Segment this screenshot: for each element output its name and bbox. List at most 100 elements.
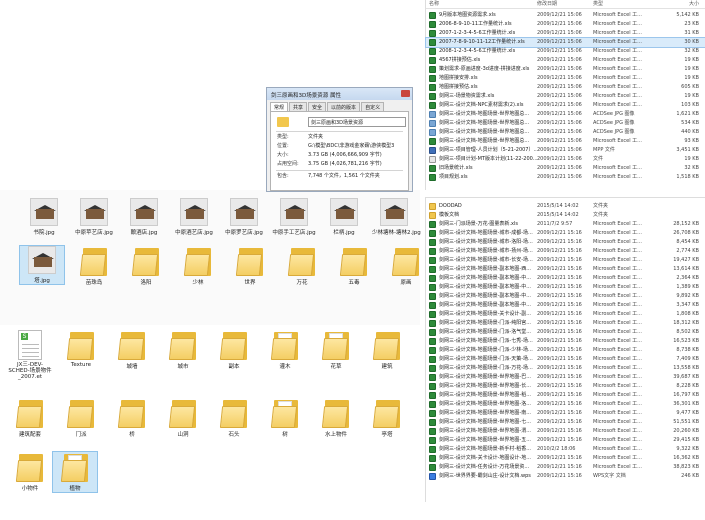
- list-item[interactable]: 模板文档 2015/5/14 14:02 文件夹: [426, 211, 705, 220]
- col-size-header[interactable]: 大小: [657, 0, 699, 8]
- folder-tile[interactable]: 树: [263, 398, 307, 438]
- col-date-header[interactable]: 修改日期: [537, 0, 593, 8]
- list-item[interactable]: 剑网三-设计文档-地图场景-世界地图-五... 2009/12/21 15:16 M…: [426, 436, 705, 445]
- list-item[interactable]: 剑网三-设计文档-地图场景-世界地图-长... 2009/12/21 15:16 M…: [426, 382, 705, 391]
- list-item[interactable]: 剑网三-设计文档-地图场景-世界地图-南... 2009/12/21 15:16 M…: [426, 409, 705, 418]
- folder-tile[interactable]: 洛阳: [124, 246, 168, 286]
- list-item[interactable]: 剑网三-设计文档-地图场景-副本地图-中... 2009/12/21 15:16 M…: [426, 301, 705, 310]
- list-item[interactable]: 2007-7-8-9-10-11-12工作量统计.xls 2009/12/21 1…: [425, 37, 705, 48]
- list-item[interactable]: 剑网三-设计文档-地图场景-城市-洛阳-场... 2009/12/21 15:16…: [426, 238, 705, 247]
- folder-tile[interactable]: 苗珠岛: [72, 246, 116, 286]
- list-item[interactable]: 剑网三-设计文档-地图场景-世界地图-稻... 2009/12/21 15:16 M…: [426, 391, 705, 400]
- list-item[interactable]: 剑网三-设计文档-NPC素材需求(2).xls 2009/12/21 15:06 M…: [426, 101, 705, 110]
- list-item[interactable]: 4567拼接预估.xls 2009/12/21 15:06 Microsoft Ex…: [426, 56, 705, 65]
- image-tile[interactable]: 中原酒艺店.jpg: [172, 198, 216, 236]
- list-item[interactable]: 剑网三-项目管理-人员计划（5-21-2007）... 2009/12/21 15…: [426, 146, 705, 155]
- col-name-header[interactable]: 名称: [426, 0, 537, 8]
- list-item[interactable]: 2006-8-9-10-11工作量统计.xls 2009/12/21 15:06 M…: [426, 20, 705, 29]
- folder-tile[interactable]: 花草: [314, 330, 358, 370]
- folder-tile[interactable]: 桥: [110, 398, 154, 438]
- folder-tile[interactable]: 灌木: [263, 330, 307, 370]
- folder-tile[interactable]: 城市: [161, 330, 205, 370]
- list-item[interactable]: 剑网三-设计文档-地图场景-关卡设计-副... 2009/12/21 15:16 M…: [426, 310, 705, 319]
- image-tile[interactable]: 栏柄.jpg: [322, 198, 366, 236]
- image-tile[interactable]: 中原苹艺店.jpg: [72, 198, 116, 236]
- list-item[interactable]: 剑网三-设计文档-地图场景-门派-七秀-场... 2009/12/21 15:16…: [426, 337, 705, 346]
- folder-tile[interactable]: 万花: [280, 246, 324, 286]
- list-item[interactable]: 剑网三-设计文档-地图场景-门派-纯阳宫... 2009/12/21 15:16 M…: [426, 319, 705, 328]
- image-tile[interactable]: 中原手工艺店.jpg: [272, 198, 316, 236]
- list-item[interactable]: 剑网三-项目计划-MT版本计划(11-22-200... 2009/12/21 1…: [426, 155, 705, 164]
- folder-tile[interactable]: 山洞: [161, 398, 205, 438]
- list-item[interactable]: 地图拼接安排.xls 2009/12/21 15:06 Microsoft Exce…: [426, 74, 705, 83]
- folder-tile[interactable]: 石头: [212, 398, 256, 438]
- list-item[interactable]: 剑网三-设计文档-地图场景-城市-扬州-场... 2009/12/21 15:16…: [426, 247, 705, 256]
- list-item[interactable]: 旧场景统计.xls 2009/12/21 15:06 Microsoft Excel…: [426, 164, 705, 173]
- list-item[interactable]: 剑网三-世界界要-霸剑山庄-设计文档.wps 2009/12/21 15:16 WP…: [426, 472, 705, 481]
- folder-tile[interactable]: 小物件: [8, 452, 52, 492]
- list-item[interactable]: 剑网三-设计文档-任务设计-万花场景资... 2009/12/21 15:16 Mi…: [426, 463, 705, 472]
- list-item[interactable]: 2007-1-2-3-4-5-6工作量统计.xls 2009/12/21 15:0…: [426, 29, 705, 38]
- folder-tile[interactable]: 亭塔: [365, 398, 409, 438]
- list-item[interactable]: DOODAD 2015/5/14 14:02 文件夹: [426, 202, 705, 211]
- list-item[interactable]: 剑网三-设计文档-地图场景-世界地图总... 2009/12/21 15:06 Mi…: [426, 137, 705, 146]
- list-item[interactable]: 剑网三-设计文档-地图场景-门派-万花-场... 2009/12/21 15:16…: [426, 364, 705, 373]
- list-item[interactable]: 剑网三-设计文档-地图场景-副本地图-西... 2009/12/21 15:16 M…: [426, 265, 705, 274]
- tab-general[interactable]: 常规: [270, 102, 289, 111]
- list-item[interactable]: 剑网三-设计文档-地图场景-城市-成都-场... 2009/12/21 15:16…: [426, 229, 705, 238]
- folder-tile[interactable]: 五毒: [332, 246, 376, 286]
- tab-sharing[interactable]: 共享: [289, 102, 308, 111]
- file-date: 2009/12/21 15:16: [537, 365, 582, 371]
- file-type: ACDSee JPG 图像: [593, 129, 635, 135]
- close-icon[interactable]: [401, 90, 410, 97]
- tab-customize[interactable]: 自定义: [361, 102, 385, 111]
- list-item[interactable]: 剑网三-设计文档-地图场景-世界地图-巴... 2009/12/21 15:16 M…: [426, 373, 705, 382]
- image-tile[interactable]: 酿酒店.jpg: [122, 198, 166, 236]
- folder-tile[interactable]: 少林: [176, 246, 220, 286]
- list-item[interactable]: 剑网三-设计文档-地图场景-门派-天策-场... 2009/12/21 15:16…: [426, 355, 705, 364]
- list-item[interactable]: 剑网三-门派场景-万花-图量表新.xls 2011/7/2 9:57 Microso…: [426, 220, 705, 229]
- folder-tile[interactable]: 城墙: [110, 330, 154, 370]
- list-item[interactable]: 策划需求-原画进度-3d进度-拼接进度.xls 2009/12/21 15:06 M…: [426, 65, 705, 74]
- list-item[interactable]: 剑网三-设计文档-地图场景-门派-少林-场... 2009/12/21 15:16…: [426, 346, 705, 355]
- spreadsheet-tile[interactable]: S JX三-DEV-SCHED-场景物件_2007.et: [8, 330, 52, 380]
- bottom-file-rows: DOODAD 2015/5/14 14:02 文件夹 模板文档 2015/5/14 14…: [426, 198, 705, 481]
- list-item[interactable]: 剑网三-场景物资需求.xls 2009/12/21 15:06 Microsoft …: [426, 92, 705, 101]
- folder-tile[interactable]: 水上物件: [314, 398, 358, 438]
- list-item[interactable]: 剑网三-设计文档-地图场景-副本地图-中... 2009/12/21 15:16 M…: [426, 292, 705, 301]
- list-item[interactable]: 地图拼接预估.xls 2009/12/21 15:06 Microsoft Exce…: [426, 83, 705, 92]
- image-tile[interactable]: 书院.jpg: [22, 198, 66, 236]
- folder-tile[interactable]: 原画: [384, 246, 428, 286]
- tab-security[interactable]: 安全: [308, 102, 327, 111]
- list-item[interactable]: 剑网三-设计文档-地图场景-世界地图总... 2009/12/21 15:06 AC…: [426, 128, 705, 137]
- list-item[interactable]: 剑网三-设计文档-地图场景-副本地图-中... 2009/12/21 15:16 M…: [426, 274, 705, 283]
- image-tile[interactable]: 少林塘林-塘林2.jpg: [372, 198, 421, 236]
- list-item[interactable]: 剑网三-设计文档-关卡设计-地图设计-地... 2009/12/21 15:16 M…: [426, 454, 705, 463]
- list-item[interactable]: 2008-1-2-3-4-5-6工作量统计.xls 2009/12/21 15:0…: [426, 47, 705, 56]
- folder-tile[interactable]: 建筑配套: [8, 398, 52, 438]
- folder-tile[interactable]: 世界: [228, 246, 272, 286]
- folder-tile[interactable]: 植物: [52, 451, 98, 493]
- folder-tile[interactable]: 门派: [59, 398, 103, 438]
- list-item[interactable]: 剑网三-设计文档-地图场景-世界地图总... 2009/12/21 15:06 AC…: [426, 110, 705, 119]
- image-tile[interactable]: 中原罗艺店.jpg: [222, 198, 266, 236]
- list-item[interactable]: 9月版本地图资源需求.xls 2009/12/21 15:06 Microsoft …: [426, 11, 705, 20]
- list-item[interactable]: 剑网三-设计文档-地图场景-世界地图总... 2009/12/21 15:06 AC…: [426, 119, 705, 128]
- image-tile[interactable]: 塔.jpg: [19, 245, 65, 285]
- list-item[interactable]: 剑网三-设计文档-地图场景-世界地图-洛... 2009/12/21 15:16 M…: [426, 400, 705, 409]
- list-item[interactable]: 剑网三-设计文档-地图场景-城市-长安-场... 2009/12/21 15:16…: [426, 256, 705, 265]
- list-item[interactable]: 剑网三-设计文档-地图场景-世界地图-渭... 2009/12/21 15:16 M…: [426, 427, 705, 436]
- file-type: Microsoft Excel 工...: [593, 30, 642, 36]
- list-item[interactable]: 项目规划.xls 2009/12/21 15:06 Microsoft Excel …: [426, 173, 705, 182]
- folder-tile[interactable]: Texture: [59, 330, 103, 368]
- list-item[interactable]: 剑网三-设计文档-地图场景-副本地图-中... 2009/12/21 15:16 M…: [426, 283, 705, 292]
- list-item[interactable]: 剑网三-设计文档-地图场景-世界地图-七... 2009/12/21 15:16 M…: [426, 418, 705, 427]
- file-type: MPP 文件: [593, 147, 615, 153]
- folder-name-field[interactable]: 剑三原画和3D场景资源: [308, 117, 406, 127]
- col-type-header[interactable]: 类型: [593, 0, 657, 8]
- folder-tile[interactable]: 建筑: [365, 330, 409, 370]
- list-item[interactable]: 剑网三-设计文档-地图场景-新手村-稻香... 2010/2/2 18:06 Mic…: [426, 445, 705, 454]
- folder-tile[interactable]: 副本: [212, 330, 256, 370]
- tab-previous-versions[interactable]: 以前的版本: [327, 102, 361, 111]
- list-item[interactable]: 剑网三-设计文档-地图场景-门派-洛气堂... 2009/12/21 15:16 M…: [426, 328, 705, 337]
